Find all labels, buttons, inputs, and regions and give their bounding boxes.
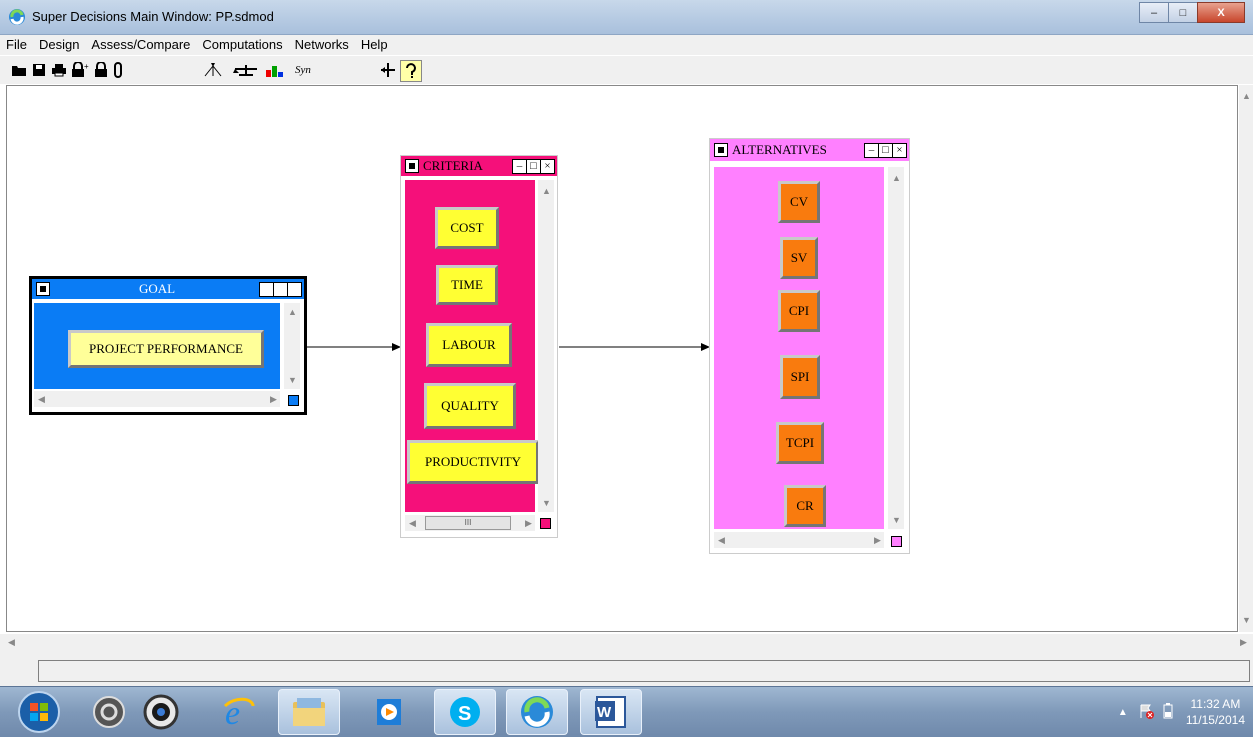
cluster-alternatives-body: CV SV CPI SPI TCPI CR: [714, 167, 884, 529]
node-spi[interactable]: SPI: [780, 355, 820, 399]
menu-assess-compare[interactable]: Assess/Compare: [85, 35, 196, 55]
open-folder-icon[interactable]: [10, 60, 28, 80]
save-icon[interactable]: [30, 60, 48, 80]
cluster-goal-header[interactable]: GOAL ‒ □ ×: [32, 279, 304, 299]
file-explorer-icon[interactable]: [278, 689, 340, 735]
taskbar-clock[interactable]: 11:32 AM 11/15/2014: [1186, 696, 1245, 728]
window-title: Super Decisions Main Window: PP.sdmod: [32, 9, 274, 24]
close-button[interactable]: X: [1197, 2, 1245, 23]
status-bar: [0, 652, 1253, 686]
cluster-alternatives-vscroll[interactable]: ▲ ▼: [888, 167, 904, 529]
cluster-menu-icon[interactable]: [714, 143, 728, 157]
internet-explorer-icon[interactable]: e: [208, 689, 270, 735]
cluster-alternatives-title: ALTERNATIVES: [732, 142, 827, 157]
cluster-goal[interactable]: GOAL ‒ □ × PROJECT PERFORMANCE ▲ ▼ ◀ ▶: [29, 276, 307, 415]
cluster-criteria-header[interactable]: CRITERIA ‒ □ ×: [401, 156, 557, 176]
skype-icon[interactable]: S: [434, 689, 496, 735]
cluster-alternatives-hscroll[interactable]: ◀ ▶: [714, 532, 884, 548]
cluster-goal-body: PROJECT PERFORMANCE: [34, 303, 280, 389]
svg-text:+: +: [84, 62, 89, 71]
cluster-minimize-icon[interactable]: ‒: [512, 158, 527, 174]
node-cr[interactable]: CR: [784, 485, 826, 527]
svg-text:W: W: [597, 704, 612, 721]
cluster-alternatives-color-swatch[interactable]: [891, 536, 902, 547]
cluster-minimize-icon[interactable]: ‒: [259, 281, 274, 297]
node-productivity[interactable]: PRODUCTIVITY: [407, 440, 539, 484]
paperclip-icon[interactable]: [112, 60, 124, 80]
battery-icon[interactable]: [1162, 702, 1174, 722]
maximize-button[interactable]: □: [1168, 2, 1198, 23]
super-decisions-taskbar-icon[interactable]: [506, 689, 568, 735]
hierarchy-icon[interactable]: [200, 60, 226, 80]
node-cv[interactable]: CV: [778, 181, 820, 223]
cluster-close-icon[interactable]: ×: [540, 158, 555, 174]
canvas-horizontal-scrollbar[interactable]: ◀ ▶: [0, 634, 1253, 652]
cluster-criteria[interactable]: CRITERIA ‒ □ × COST TIME LABOUR QUALITY …: [400, 155, 558, 538]
windows-taskbar: e S W ▲ 11:32 AM 11/15/2014: [0, 686, 1253, 737]
cluster-criteria-hscroll-thumb[interactable]: III: [425, 516, 511, 530]
node-quality[interactable]: QUALITY: [424, 383, 516, 429]
media-player-icon[interactable]: [358, 689, 420, 735]
cluster-criteria-vscroll[interactable]: ▲ ▼: [538, 180, 554, 512]
cluster-alternatives-header[interactable]: ALTERNATIVES ‒ □ ×: [710, 139, 909, 161]
cluster-goal-title: GOAL: [138, 281, 176, 296]
word-icon[interactable]: W: [580, 689, 642, 735]
cluster-maximize-icon[interactable]: □: [273, 281, 288, 297]
cluster-criteria-title: CRITERIA: [423, 158, 483, 173]
start-orb-icon[interactable]: [6, 689, 72, 735]
node-tcpi[interactable]: TCPI: [776, 422, 824, 464]
status-field: [38, 660, 1250, 682]
toolbar: + Syn: [0, 56, 1253, 84]
menu-design[interactable]: Design: [33, 35, 85, 55]
menu-help[interactable]: Help: [355, 35, 394, 55]
camera-app-icon[interactable]: [130, 689, 192, 735]
print-icon[interactable]: [50, 60, 68, 80]
system-tray: ▲ 11:32 AM 11/15/2014: [1118, 691, 1245, 733]
cluster-goal-color-swatch[interactable]: [288, 395, 299, 406]
cluster-minimize-icon[interactable]: ‒: [864, 142, 879, 158]
balance-icon[interactable]: [232, 60, 260, 80]
menu-computations[interactable]: Computations: [196, 35, 288, 55]
super-decisions-app-icon: [9, 9, 25, 25]
svg-text:S: S: [458, 703, 471, 725]
lock-icon[interactable]: [92, 60, 110, 80]
cluster-goal-vscroll[interactable]: ▲ ▼: [284, 303, 300, 389]
help-question-icon[interactable]: [400, 60, 422, 82]
cluster-goal-hscroll[interactable]: ◀ ▶: [34, 391, 280, 407]
cluster-menu-icon[interactable]: [36, 282, 50, 296]
cluster-criteria-color-swatch[interactable]: [540, 518, 551, 529]
minimize-button[interactable]: –: [1139, 2, 1169, 23]
cluster-close-icon[interactable]: ×: [892, 142, 907, 158]
title-bar: Super Decisions Main Window: PP.sdmod – …: [0, 0, 1253, 35]
cluster-criteria-hscroll[interactable]: ◀ III ▶: [405, 515, 535, 531]
cluster-maximize-icon[interactable]: □: [878, 142, 893, 158]
syn-button[interactable]: Syn: [288, 60, 318, 80]
menu-bar: File Design Assess/Compare Computations …: [0, 35, 1253, 55]
node-project-performance[interactable]: PROJECT PERFORMANCE: [68, 330, 264, 368]
cluster-maximize-icon[interactable]: □: [526, 158, 541, 174]
scroll-up-icon[interactable]: ▲: [1242, 91, 1251, 101]
node-time[interactable]: TIME: [436, 265, 498, 305]
node-cpi[interactable]: CPI: [778, 290, 820, 332]
canvas-vertical-scrollbar[interactable]: ▲ ▼: [1239, 85, 1253, 632]
clock-time: 11:32 AM: [1190, 697, 1241, 711]
scroll-left-icon[interactable]: ◀: [8, 637, 15, 648]
cursor-cross-icon[interactable]: [378, 60, 398, 80]
show-hidden-icons-icon[interactable]: ▲: [1118, 707, 1128, 718]
bar-chart-icon[interactable]: [264, 60, 286, 80]
lock-add-icon[interactable]: +: [70, 60, 90, 80]
node-labour[interactable]: LABOUR: [426, 323, 512, 367]
cluster-close-icon[interactable]: ×: [287, 281, 302, 297]
clock-date: 11/15/2014: [1185, 713, 1245, 727]
menu-networks[interactable]: Networks: [289, 35, 355, 55]
cluster-alternatives[interactable]: ALTERNATIVES ‒ □ × CV SV CPI SPI TCPI CR…: [709, 138, 910, 554]
action-center-flag-icon[interactable]: [1138, 703, 1154, 722]
cluster-criteria-body: COST TIME LABOUR QUALITY PRODUCTIVITY: [405, 180, 539, 512]
menu-file[interactable]: File: [0, 35, 33, 55]
scroll-right-icon[interactable]: ▶: [1240, 637, 1247, 648]
scroll-down-icon[interactable]: ▼: [1242, 615, 1251, 625]
node-sv[interactable]: SV: [780, 237, 818, 279]
node-cost[interactable]: COST: [435, 207, 499, 249]
cluster-menu-icon[interactable]: [405, 159, 419, 173]
